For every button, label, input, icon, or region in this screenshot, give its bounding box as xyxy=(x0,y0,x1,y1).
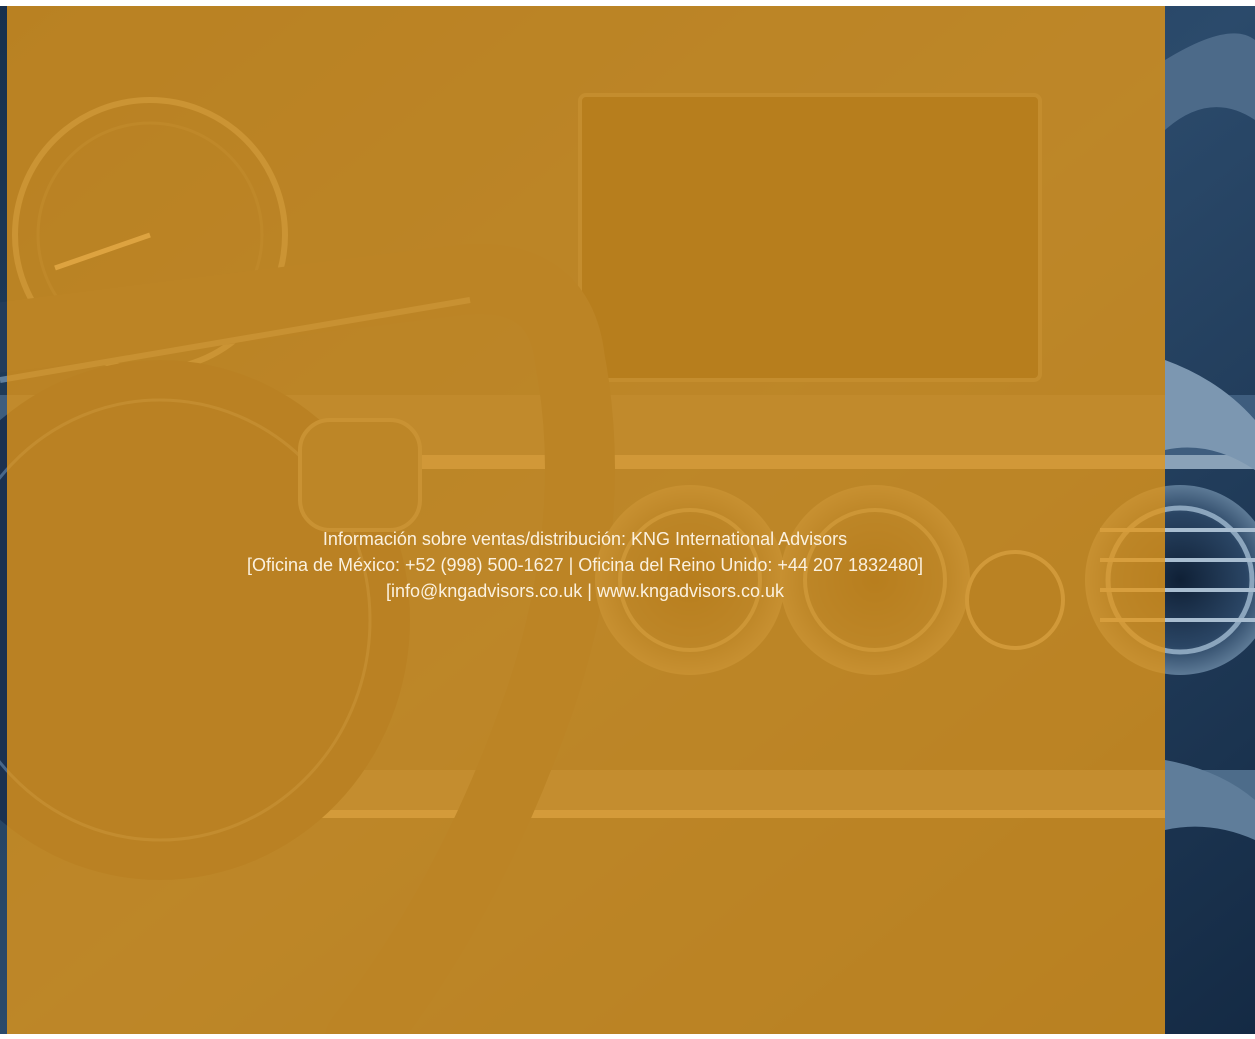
orange-overlay-panel xyxy=(7,6,1165,1034)
bottom-border xyxy=(0,1034,1255,1039)
office-phones-line: [Oficina de México: +52 (998) 500-1627 |… xyxy=(246,555,924,575)
email-website-line: [info@kngadvisors.co.uk | www.kngadvisor… xyxy=(385,581,785,601)
sales-distribution-line: Información sobre ventas/distribución: K… xyxy=(322,529,848,549)
top-border xyxy=(0,0,1255,6)
page: Información sobre ventas/distribución: K… xyxy=(0,0,1255,1039)
distribution-info: Información sobre ventas/distribución: K… xyxy=(20,526,1150,604)
